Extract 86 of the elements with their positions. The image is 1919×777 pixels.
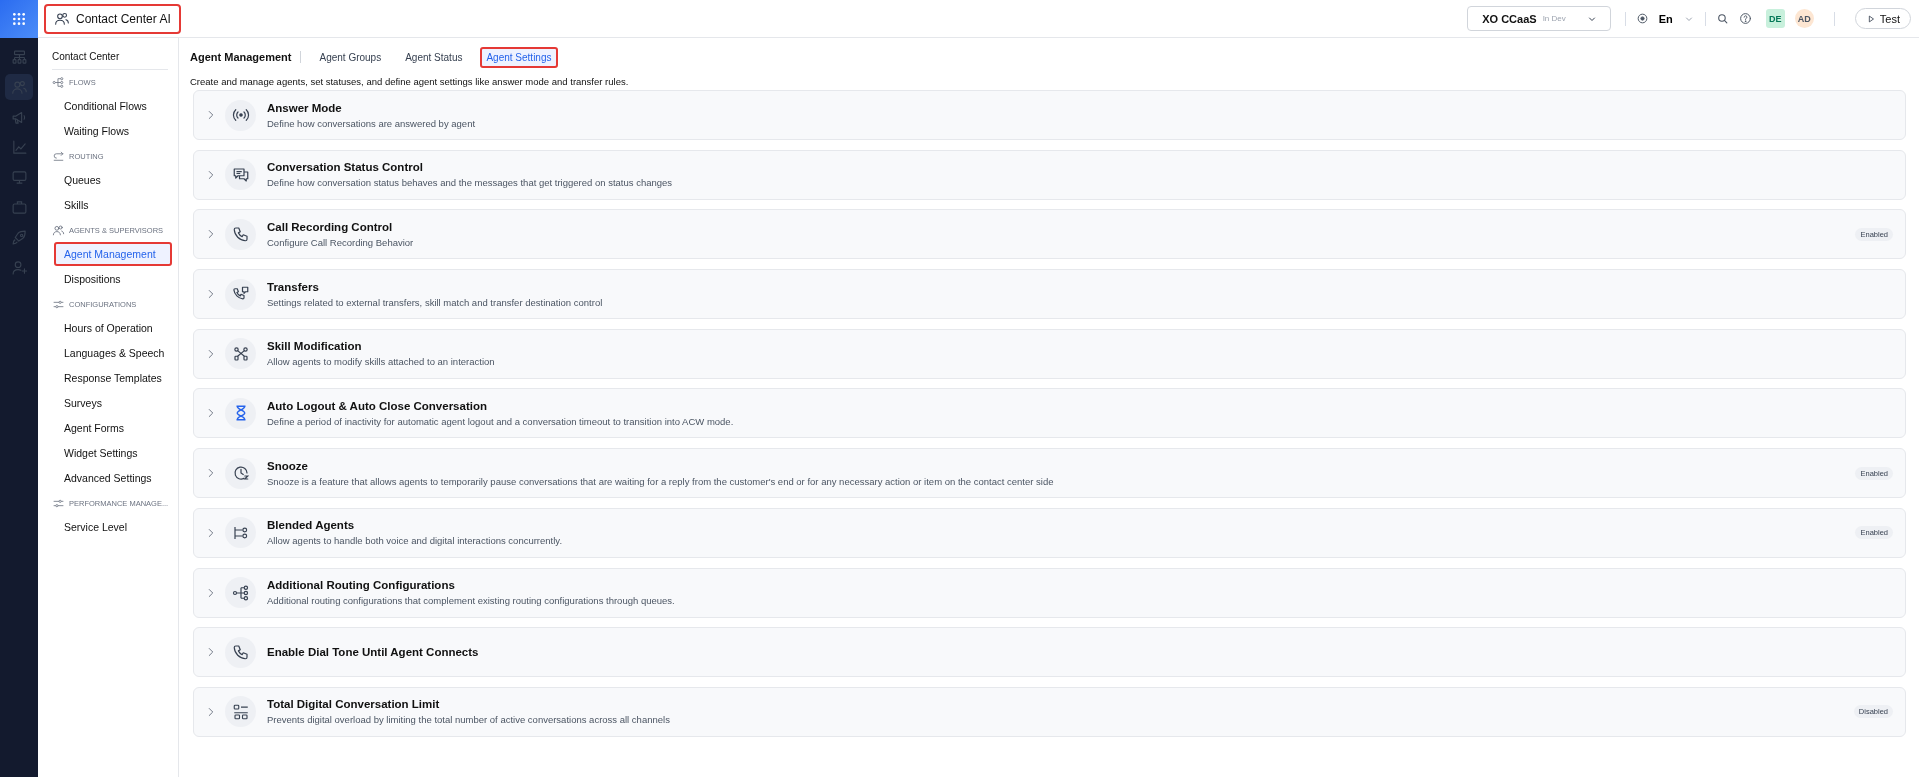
avatar[interactable]: DE <box>1765 9 1785 28</box>
sidebar-item[interactable]: Widget Settings <box>54 441 172 465</box>
sidebar-item[interactable]: Conditional Flows <box>54 94 172 118</box>
environment-label: In Dev <box>1542 14 1566 23</box>
phone-icon <box>231 643 250 662</box>
sidebar-item[interactable]: Hours of Operation <box>54 316 172 340</box>
sidebar-item[interactable]: Agent Forms <box>54 416 172 440</box>
setting-card[interactable]: Transfers Settings related to external transfers, skill match and transfer destination control <box>193 269 1906 320</box>
setting-description: Define how conversations are answered by agent <box>267 117 477 129</box>
page-title: Agent Management <box>190 51 292 63</box>
sidebar-item[interactable]: Surveys <box>54 391 172 415</box>
help-icon[interactable] <box>1738 12 1752 25</box>
setting-card[interactable] <box>193 448 1906 499</box>
setting-title: Conversation Status Control <box>267 161 424 174</box>
record-icon[interactable] <box>1635 12 1649 25</box>
setting-description: Additional routing configurations that complement existing routing configurations through queues. <box>267 595 676 606</box>
broadcast-icon <box>231 106 250 124</box>
briefcase-icon <box>10 198 28 216</box>
page-description: Create and manage agents, set statuses, and define agent settings like answer mode and transfer rules. <box>190 76 630 87</box>
setting-card[interactable]: Conversation Status Control Define how conversation status behaves and the messages that get triggered on status changes <box>193 149 1906 200</box>
flow-icon <box>52 76 65 89</box>
app-title[interactable]: Contact Center AI <box>44 3 181 34</box>
sidebar-item[interactable]: Response Templates <box>54 366 172 390</box>
setting-title: Total Digital Conversation Limit <box>267 698 441 711</box>
users-icon <box>54 10 70 27</box>
setting-title: Snooze <box>267 459 309 472</box>
sidebar-item[interactable]: Languages & Speech <box>54 341 172 365</box>
skill-nodes-icon <box>231 344 250 363</box>
sidebar-item[interactable]: Advanced Settings <box>54 466 172 490</box>
setting-description: Allow agents to modify skills attached to an interaction <box>267 356 496 368</box>
apps-launcher[interactable] <box>0 0 38 38</box>
sliders-icon <box>52 298 65 311</box>
setting-description: Settings related to external transfers, skill match and transfer destination control <box>267 296 604 308</box>
setting-title: Additional Routing Configurations <box>267 579 456 591</box>
setting-description: Define a period of inactivity for automatic agent logout and a conversation timeout to transition into ACW mode. <box>267 415 735 427</box>
setting-description: Configure Call Recording Behavior <box>267 236 415 248</box>
sidebar-item[interactable]: Agent Management <box>54 242 172 266</box>
setting-description: Snooze is a feature that allows agents to temporarily pause conversations that are waiting for a reply from the customer's end or for any necessary action or item on the contact center side <box>267 475 1055 487</box>
setting-card[interactable]: Skill Modification Allow agents to modify skills attached to an interaction <box>193 328 1906 379</box>
chat-icon <box>231 165 250 184</box>
tab[interactable]: Agent Settings <box>480 46 558 68</box>
phone-icon <box>231 225 250 244</box>
app-name: Contact Center AI <box>76 11 171 26</box>
setting-card[interactable]: Auto Logout & Auto Close Conversation Define a period of inactivity for automatic agent logout and a conversation timeout to transition into ACW mode. <box>193 388 1906 439</box>
users-icon <box>52 224 65 237</box>
setting-title: Enable Dial Tone Until Agent Connects <box>267 646 480 659</box>
search-icon[interactable] <box>1715 12 1729 25</box>
routing-icon <box>231 583 250 602</box>
sliders-icon <box>52 497 65 510</box>
setting-title: Call Recording Control <box>267 220 394 233</box>
setting-title: Skill Modification <box>267 340 363 353</box>
monitor-icon <box>10 168 28 186</box>
grid-blocks-icon <box>231 702 250 721</box>
setting-description: Define how conversation status behaves and the messages that get triggered on status changes <box>267 177 674 189</box>
sidebar-item[interactable]: Dispositions <box>54 267 172 291</box>
setting-title: Blended Agents <box>267 519 356 532</box>
rocket-icon <box>10 228 28 246</box>
sidebar-item[interactable]: Queues <box>54 168 172 192</box>
routing-icon <box>52 150 65 163</box>
setting-card[interactable]: Answer Mode Define how conversations are answered by agent <box>193 90 1906 140</box>
test-button[interactable]: Test <box>1854 8 1911 29</box>
tab[interactable]: Agent Status <box>399 46 469 68</box>
sidebar-item[interactable]: Waiting Flows <box>54 119 172 143</box>
setting-card[interactable]: Enable Dial Tone Until Agent Connects <box>193 627 1906 678</box>
sidebar-title: Contact Center <box>52 45 168 70</box>
tab[interactable]: Agent Groups <box>313 46 388 68</box>
users-icon <box>10 78 28 96</box>
language-dropdown[interactable]: En <box>1658 12 1695 25</box>
workspace-name: XO CCaaS <box>1482 12 1537 25</box>
setting-title: Transfers <box>267 280 320 293</box>
setting-description: Allow agents to handle both voice and digital interactions concurrently. <box>267 535 564 547</box>
rail-item[interactable] <box>5 74 33 100</box>
avatar[interactable]: AD <box>1794 9 1814 28</box>
setting-title: Auto Logout & Auto Close Conversation <box>267 399 488 412</box>
setting-description: Prevents digital overload by limiting the total number of active conversations across all channels <box>267 714 671 726</box>
setting-card[interactable]: Additional Routing Configurations Additional routing configurations that complement existing routing configurations through queues. <box>193 567 1906 618</box>
sidebar-item[interactable]: Service Level <box>54 515 172 539</box>
snooze-clock-icon <box>231 464 250 483</box>
add-user-icon <box>10 258 28 276</box>
grid-icon <box>11 11 27 27</box>
hierarchy-icon <box>10 48 28 66</box>
language-label: En <box>1658 12 1673 25</box>
setting-title: Answer Mode <box>267 101 343 114</box>
workspace-dropdown[interactable]: XO CCaaS In Dev <box>1467 6 1611 31</box>
line-chart-icon <box>10 138 28 156</box>
sidebar-item[interactable]: Skills <box>54 193 172 217</box>
